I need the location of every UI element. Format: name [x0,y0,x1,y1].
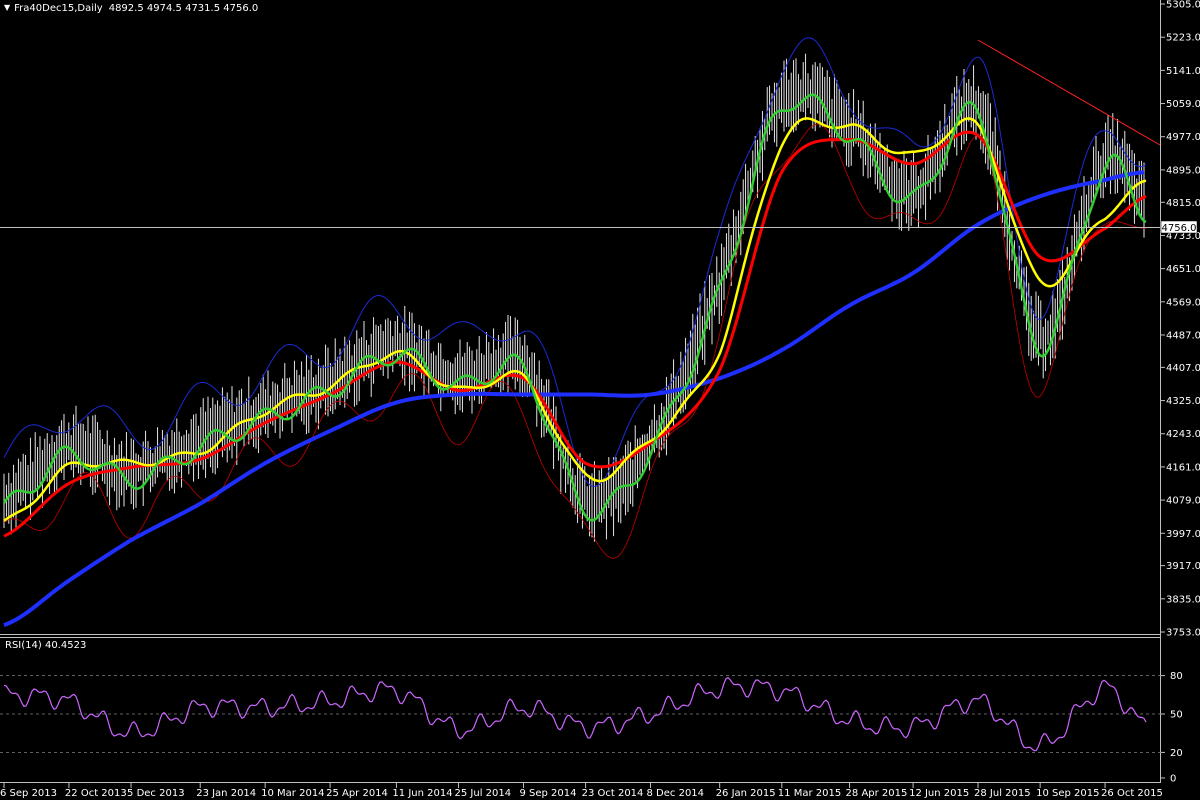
rsi-axis-label: 50 [1170,710,1183,721]
price-axis: 5305.0 5223.0 5141.0 5059.0 4977.0 4895.0 4815… [1161,0,1200,639]
price-axis-label: 5059.0 [1166,99,1200,110]
resistance-trendline [977,39,1161,146]
time-axis-label: 6 Sep 2013 [0,788,57,799]
price-axis-label: 3753.0 [1166,628,1200,639]
price-axis-label: 4407.0 [1166,363,1200,374]
time-axis-label: 26 Jan 2015 [716,788,776,799]
price-axis-label: 3835.0 [1166,594,1200,605]
time-axis-label: 9 Sep 2014 [519,788,576,799]
price-axis-label: 4977.0 [1166,132,1200,143]
time-axis-label: 25 Jul 2014 [455,788,512,799]
rsi-axis-label: 0 [1170,774,1176,785]
time-axis-label: 11 Jun 2014 [392,788,452,799]
rsi-axis-label: 20 [1170,748,1183,759]
symbol-label: Fra40Dec15,Daily [14,3,103,14]
open-value: 4892.5 [108,3,144,14]
indicator-lines [2,37,1161,627]
price-axis-label: 4079.0 [1166,496,1200,507]
price-axis-label: 5305.0 [1166,0,1200,11]
price-axis-label: 5141.0 [1166,66,1200,77]
chart-frame: 80 50 20 0 5305.0 5223.0 5141.0 5059.0 4977.0 48… [0,0,1200,799]
price-axis-label: 4161.0 [1166,462,1200,473]
dropdown-triangle-icon[interactable]: ▼ [4,3,10,12]
ma-green-line [2,93,1147,522]
price-axis-label: 4815.0 [1166,198,1200,209]
symbol-header: ▼ Fra40Dec15,Daily 4892.5 4974.5 4731.5 47… [4,3,258,14]
high-value: 4974.5 [146,3,182,14]
time-axis-label: 10 Mar 2014 [261,788,324,799]
price-axis-label: 4569.0 [1166,297,1200,308]
time-axis-label: 11 Mar 2015 [778,788,841,799]
price-bars [3,53,1145,542]
price-axis-label: 3997.0 [1166,529,1200,540]
last-price-marker: 4756.0 [1162,223,1197,234]
price-axis-label: 4243.0 [1166,429,1200,440]
time-axis-label: 22 Oct 2013 [65,788,127,799]
rsi-level-lines: 80 50 20 0 [0,671,1183,785]
price-axis-label: 4895.0 [1166,165,1200,176]
price-axis-label: 4487.0 [1166,330,1200,341]
price-axis-label: 5223.0 [1166,33,1200,44]
rsi-axis-label: 80 [1170,671,1183,682]
time-axis-label: 8 Dec 2014 [647,788,705,799]
price-axis-label: 3917.0 [1166,561,1200,572]
time-axis-label: 25 Apr 2014 [326,788,388,799]
close-value: 4756.0 [223,3,259,14]
time-axis-label: 23 Jan 2014 [196,788,256,799]
rsi-label: RSI(14) 40.4523 [5,640,87,651]
time-axis-label: 12 Jun 2015 [909,788,969,799]
time-axis-label: 23 Oct 2014 [582,788,644,799]
price-axis-label: 4325.0 [1166,396,1200,407]
time-axis-label: 28 Jul 2015 [974,788,1031,799]
time-axis-label: 5 Dec 2013 [127,788,185,799]
low-value: 4731.5 [185,3,221,14]
time-axis-label: 28 Apr 2015 [846,788,908,799]
price-axis-label: 4651.0 [1166,264,1200,275]
ma-slow-line [3,170,1145,627]
time-axis-label: 26 Oct 2015 [1101,788,1163,799]
time-axis: 6 Sep 2013 22 Oct 2013 5 Dec 2013 23 Jan 20… [0,783,1163,799]
time-axis-label: 10 Sep 2015 [1036,788,1099,799]
